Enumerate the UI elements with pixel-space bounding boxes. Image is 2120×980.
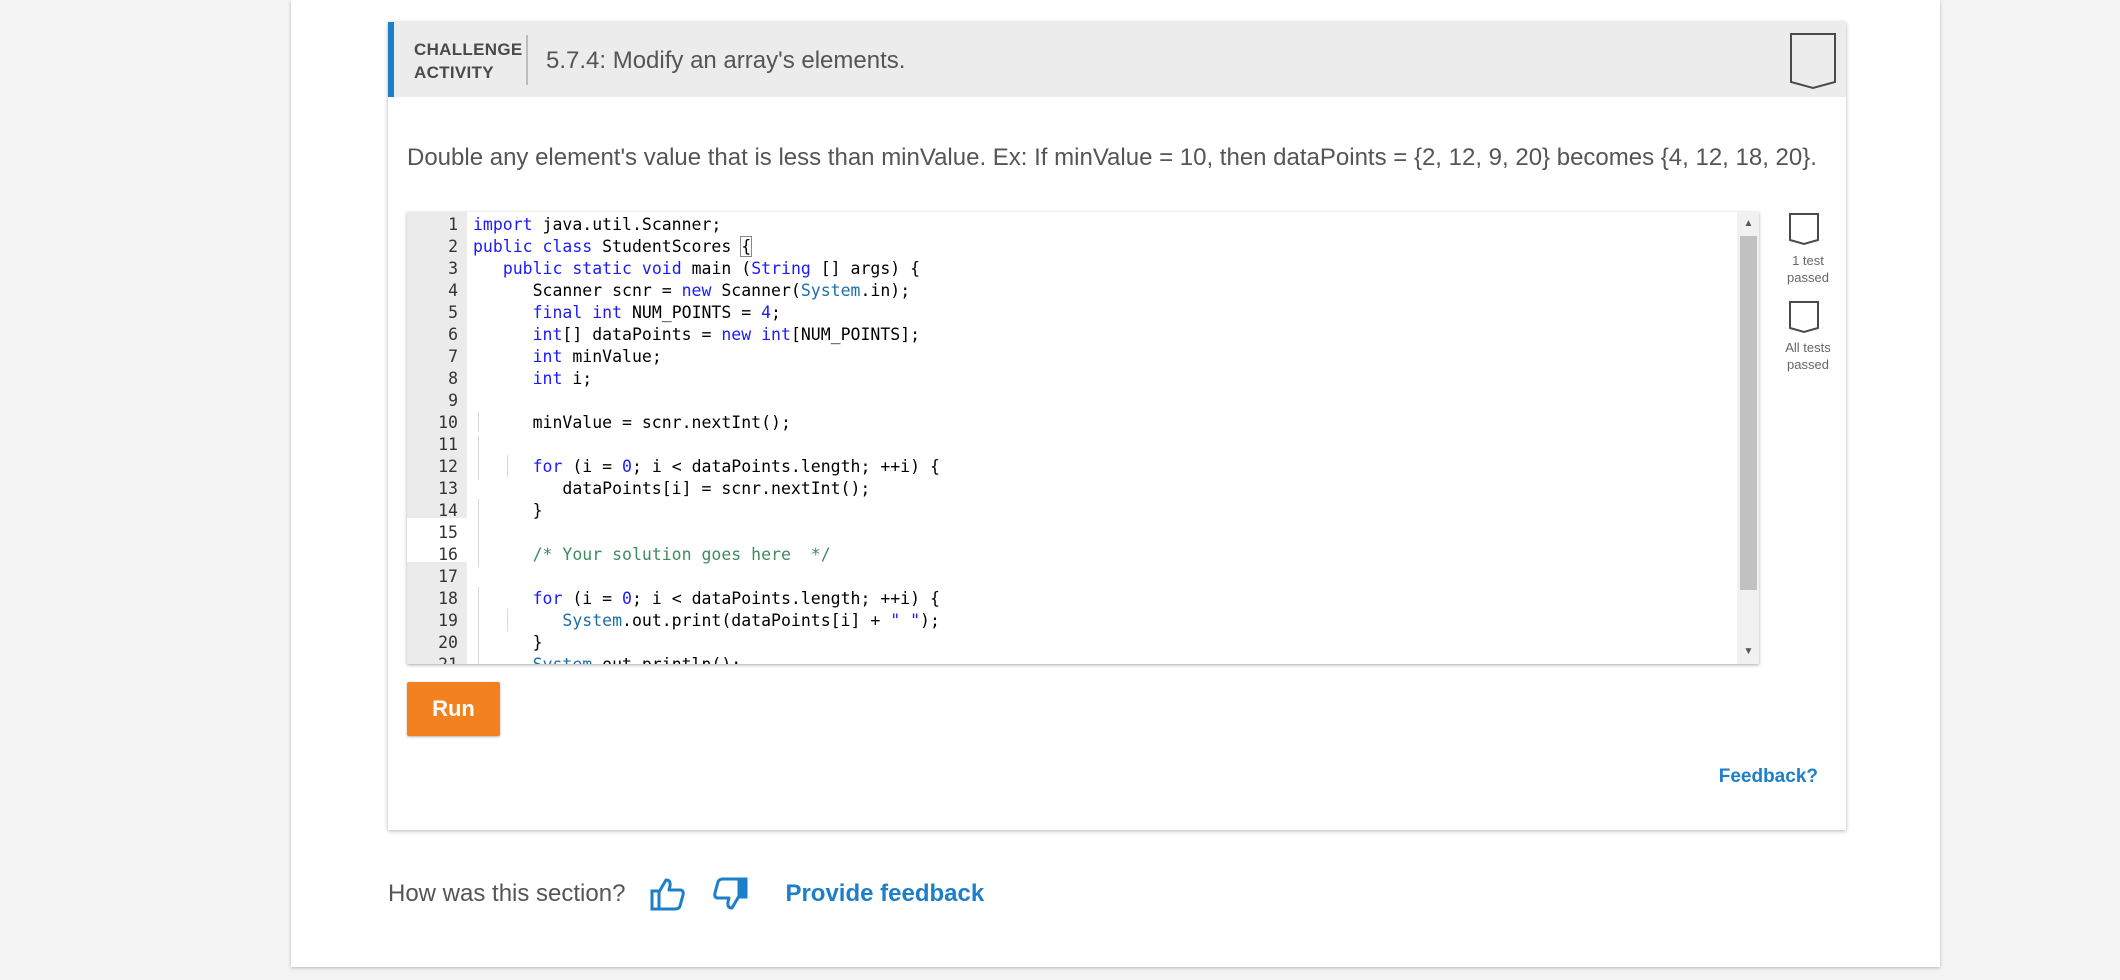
scroll-up-arrow-icon[interactable]: ▲ (1740, 215, 1757, 233)
badge-line-1: CHALLENGE (414, 40, 523, 59)
code-line[interactable]: 12 for (i = 0; i < dataPoints.length; ++… (407, 456, 1737, 478)
code-line[interactable]: 17 (407, 566, 1737, 588)
header-divider (526, 35, 528, 85)
challenge-activity-card: CHALLENGE ACTIVITY 5.7.4: Modify an arra… (388, 22, 1846, 830)
code-line[interactable]: 1 import java.util.Scanner; (407, 214, 1737, 236)
thumbs-up-icon[interactable] (649, 875, 687, 913)
one-test-status-label: 1 test passed (1787, 253, 1829, 285)
scroll-down-arrow-icon[interactable]: ▼ (1740, 643, 1757, 661)
feedback-link[interactable]: Feedback? (1698, 766, 1818, 788)
code-line[interactable]: 21 System.out.println(); (407, 654, 1737, 664)
code-line[interactable]: 11 (407, 434, 1737, 456)
activity-type-badge: CHALLENGE ACTIVITY (414, 38, 522, 84)
activity-header: CHALLENGE ACTIVITY 5.7.4: Modify an arra… (388, 22, 1846, 97)
code-line[interactable]: 8 int i; (407, 368, 1737, 390)
section-rating: How was this section? Provide feedback (388, 874, 984, 914)
editor-scrollbar-thumb[interactable] (1740, 236, 1757, 590)
provide-feedback-link[interactable]: Provide feedback (785, 880, 984, 908)
one-test-status-icon (1789, 213, 1819, 246)
thumbs-down-icon[interactable] (711, 875, 749, 913)
code-lines[interactable]: 1 import java.util.Scanner; 2 public class… (407, 214, 1737, 664)
code-line[interactable]: 14 } (407, 500, 1737, 522)
code-line[interactable]: 2 public class StudentScores { (407, 236, 1737, 258)
rating-question: How was this section? (388, 880, 626, 907)
code-line[interactable]: 20 } (407, 632, 1737, 654)
all-tests-status-label: All tests passed (1785, 340, 1831, 372)
code-line[interactable]: 18 for (i = 0; i < dataPoints.length; ++… (407, 588, 1737, 610)
code-line[interactable]: 16 /* Your solution goes here */ (407, 544, 1737, 566)
activity-prompt: Double any element's value that is less … (407, 144, 1817, 171)
badge-line-2: ACTIVITY (414, 63, 494, 82)
code-line[interactable]: 6 int[] dataPoints = new int[NUM_POINTS]… (407, 324, 1737, 346)
completion-bookmark-icon (1790, 33, 1836, 90)
code-line[interactable]: 15 (407, 522, 1737, 544)
activity-title: 5.7.4: Modify an array's elements. (546, 47, 906, 74)
code-line[interactable]: 13 dataPoints[i] = scnr.nextInt(); (407, 478, 1737, 500)
code-line[interactable]: 19 System.out.print(dataPoints[i] + " ")… (407, 610, 1737, 632)
code-line[interactable]: 10 minValue = scnr.nextInt(); (407, 412, 1737, 434)
all-tests-status-icon (1789, 301, 1819, 334)
code-line[interactable]: 9 (407, 390, 1737, 412)
code-editor[interactable]: 1 import java.util.Scanner; 2 public class… (407, 212, 1759, 664)
code-line[interactable]: 5 final int NUM_POINTS = 4; (407, 302, 1737, 324)
code-line[interactable]: 4 Scanner scnr = new Scanner(System.in); (407, 280, 1737, 302)
run-button[interactable]: Run (407, 682, 500, 736)
code-line[interactable]: 7 int minValue; (407, 346, 1737, 368)
code-line[interactable]: 3 public static void main (String [] arg… (407, 258, 1737, 280)
